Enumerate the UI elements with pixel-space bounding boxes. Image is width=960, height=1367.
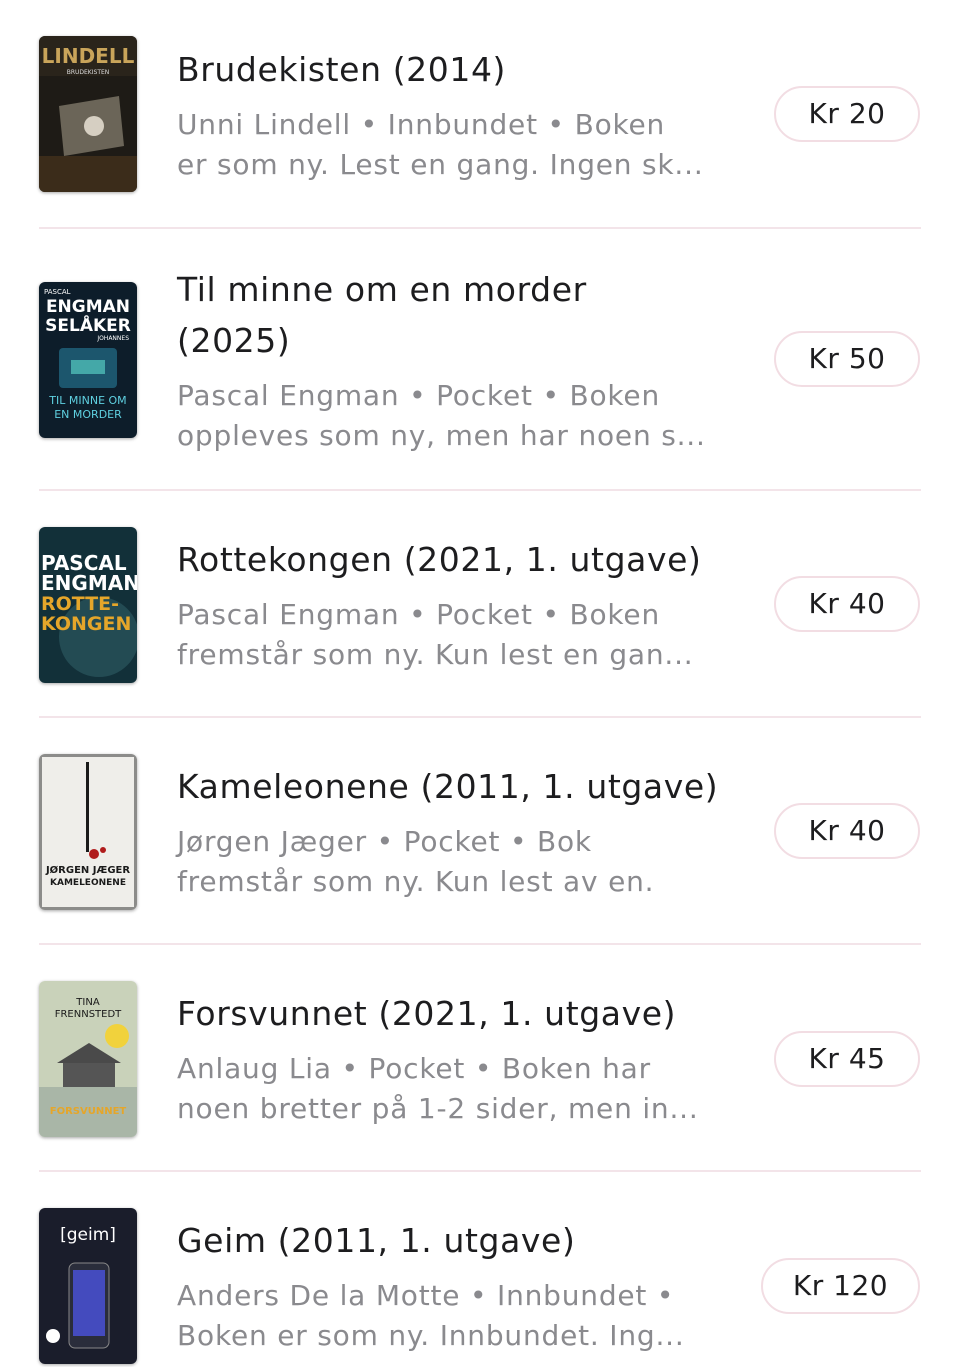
cover-text: ENGMAN (41, 571, 137, 595)
listing-title-line: (2025) (177, 321, 291, 360)
price-badge[interactable]: Kr 40 (774, 576, 920, 632)
description-line: fremstår som ny. Kun lest en gan... (177, 638, 694, 671)
listing-description: Pascal Engman • Pocket • Boken fremstår … (177, 595, 737, 675)
cover-text: BRUDEKISTEN (67, 69, 110, 76)
description-line: Jørgen Jæger • Pocket • Bok (177, 825, 592, 858)
listing-title-line: Forsvunnet (2021, 1. utgave) (177, 994, 677, 1033)
description-line: Pascal Engman • Pocket • Boken (177, 598, 660, 631)
divider (39, 489, 921, 491)
price-badge[interactable]: Kr 120 (761, 1258, 920, 1314)
listing-title[interactable]: Forsvunnet (2021, 1. utgave) (177, 988, 737, 1039)
cover-text: FORSVUNNET (50, 1106, 127, 1117)
description-line: Anlaug Lia • Pocket • Boken har (177, 1052, 651, 1085)
listing-title-line: Til minne om en morder (177, 270, 587, 309)
description-line: Boken er som ny. Innbundet. Ing... (177, 1319, 685, 1352)
listing-description: Jørgen Jæger • Pocket • Bok fremstår som… (177, 822, 737, 902)
cover-text: FRENNSTEDT (55, 1009, 122, 1020)
cover-text: EN MORDER (54, 408, 122, 421)
cover-text: ENGMAN (46, 297, 130, 317)
listing-title[interactable]: Rottekongen (2021, 1. utgave) (177, 534, 737, 585)
divider (39, 943, 921, 945)
book-cover-image: LINDELL BRUDEKISTEN (39, 36, 137, 192)
price-badge[interactable]: Kr 50 (774, 331, 920, 387)
cover-text: PASCAL (44, 288, 71, 296)
divider (39, 227, 921, 229)
cover-text: TIL MINNE OM (48, 394, 126, 407)
description-line: er som ny. Lest en gang. Ingen sk... (177, 148, 704, 181)
cover-text: JØRGEN JÆGER (45, 864, 130, 876)
description-line: fremstår som ny. Kun lest av en. (177, 865, 655, 898)
listing-title[interactable]: Kameleonene (2011, 1. utgave) (177, 761, 737, 812)
price-badge[interactable]: Kr 45 (774, 1031, 920, 1087)
book-cover-image: PASCAL ENGMAN SELÅKER JOHANNES TIL MINNE… (39, 282, 137, 438)
listing-description: Anders De la Motte • Innbundet • Boken e… (177, 1276, 737, 1356)
listing-description: Unni Lindell • Innbundet • Boken er som … (177, 105, 737, 185)
book-cover-image: JØRGEN JÆGER KAMELEONENE (39, 754, 137, 910)
listing-title[interactable]: Brudekisten (2014) (177, 44, 737, 95)
description-line: oppleves som ny, men har noen s... (177, 419, 706, 452)
listing-title-line: Brudekisten (2014) (177, 50, 507, 89)
cover-text: ROTTE- (41, 593, 119, 615)
cover-text: TINA (75, 997, 100, 1008)
price-badge[interactable]: Kr 20 (774, 86, 920, 142)
description-line: noen bretter på 1-2 sider, men in... (177, 1092, 699, 1125)
divider (39, 716, 921, 718)
listing-title[interactable]: Til minne om en morder (2025) (177, 264, 737, 366)
cover-text: JOHANNES (96, 335, 129, 342)
book-cover-image: [geim] (39, 1208, 137, 1364)
cover-text: LINDELL (42, 44, 135, 68)
listing-title-line: Rottekongen (2021, 1. utgave) (177, 540, 702, 579)
cover-text: [geim] (60, 1225, 116, 1245)
listing-description: Anlaug Lia • Pocket • Boken har noen bre… (177, 1049, 737, 1129)
book-cover-image: TINA FRENNSTEDT FORSVUNNET (39, 981, 137, 1137)
listing-title-line: Kameleonene (2011, 1. utgave) (177, 767, 719, 806)
cover-text: KONGEN (41, 613, 131, 635)
listing-title[interactable]: Geim (2011, 1. utgave) (177, 1215, 737, 1266)
listing-title-line: Geim (2011, 1. utgave) (177, 1221, 576, 1260)
description-line: Anders De la Motte • Innbundet • (177, 1279, 675, 1312)
description-line: Unni Lindell • Innbundet • Boken (177, 108, 666, 141)
divider (39, 1170, 921, 1172)
book-cover-image: PASCAL ENGMAN ROTTE- KONGEN (39, 527, 137, 683)
price-badge[interactable]: Kr 40 (774, 803, 920, 859)
listing-description: Pascal Engman • Pocket • Boken oppleves … (177, 376, 737, 456)
description-line: Pascal Engman • Pocket • Boken (177, 379, 660, 412)
cover-text: SELÅKER (45, 313, 131, 336)
cover-text: KAMELEONENE (50, 878, 126, 888)
